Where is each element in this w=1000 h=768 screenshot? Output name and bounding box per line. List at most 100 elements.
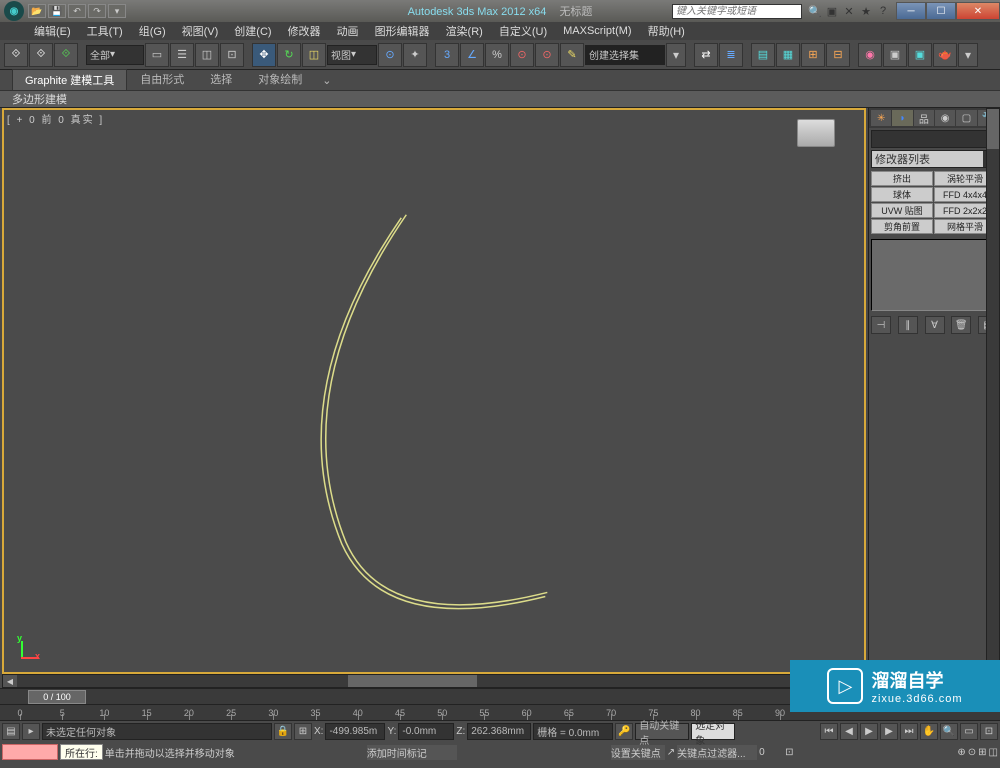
y-coord[interactable]: -0.0mm [398, 723, 454, 740]
ribbon-tab-graphite[interactable]: Graphite 建模工具 [12, 69, 127, 90]
curve-editor-icon[interactable]: ⊞ [801, 43, 825, 67]
time-slider-frame[interactable]: 0 / 100 [28, 690, 86, 704]
x-coord[interactable]: -499.985m [325, 723, 385, 740]
menu-modifiers[interactable]: 修改器 [280, 23, 329, 39]
select-region-icon[interactable]: ◫ [195, 43, 219, 67]
listener-icon[interactable]: ▸ [22, 723, 40, 740]
tab-create-icon[interactable]: ✳ [871, 110, 891, 126]
mirror-icon[interactable]: ⇄ [694, 43, 718, 67]
viewcube-icon[interactable] [797, 119, 835, 147]
lock-selection-icon[interactable]: 🔒 [274, 723, 292, 740]
qat-redo-icon[interactable]: ↷ [88, 4, 106, 18]
object-name-field[interactable] [871, 130, 998, 148]
qat-save-icon[interactable]: 💾 [48, 4, 66, 18]
goto-end-icon[interactable]: ⏭ [900, 723, 918, 740]
key-filters-button[interactable]: 关键点过滤器... [677, 745, 757, 760]
maxscript-mini-icon[interactable]: ▤ [2, 723, 20, 740]
modifier-stack[interactable] [871, 239, 998, 311]
show-end-icon[interactable]: ∥ [898, 316, 918, 334]
pivot-icon[interactable]: ⊙ [378, 43, 402, 67]
set-key-button[interactable]: 设置关键点 [611, 745, 665, 760]
current-frame-field[interactable]: 0 [759, 747, 783, 758]
menu-customize[interactable]: 自定义(U) [491, 23, 555, 39]
qat-open-icon[interactable]: 📂 [28, 4, 46, 18]
minimize-button[interactable]: ─ [896, 2, 926, 20]
make-unique-icon[interactable]: ∀ [925, 316, 945, 334]
key-mode-icon[interactable]: ↗ [667, 747, 675, 758]
mod-btn-extrude[interactable]: 挤出 [871, 171, 933, 186]
menu-create[interactable]: 创建(C) [226, 23, 279, 39]
viewport-front[interactable]: [ + 0 前 0 真实 ] yx [2, 108, 866, 674]
tab-modify-icon[interactable]: ◗ [892, 110, 912, 126]
menu-views[interactable]: 视图(V) [174, 23, 227, 39]
prev-frame-icon[interactable]: ◀ [840, 723, 858, 740]
modifier-list-dropdown[interactable]: 修改器列表 ▼ [871, 150, 998, 168]
nav-walk-icon[interactable]: ⊙ [968, 747, 976, 758]
align-icon[interactable]: ≣ [719, 43, 743, 67]
goto-start-icon[interactable]: ⏮ [820, 723, 838, 740]
angle-snap-icon[interactable]: ∠ [460, 43, 484, 67]
tab-hierarchy-icon[interactable]: 品 [914, 110, 934, 126]
pin-stack-icon[interactable]: ⊣ [871, 316, 891, 334]
absolute-mode-icon[interactable]: ⊞ [294, 723, 312, 740]
ribbon-tab-freeform[interactable]: 自由形式 [127, 68, 197, 90]
menu-edit[interactable]: 编辑(E) [26, 23, 79, 39]
scroll-thumb[interactable] [348, 675, 477, 687]
snap2-icon[interactable]: ⊙ [535, 43, 559, 67]
menu-help[interactable]: 帮助(H) [640, 23, 693, 39]
spinner-snap-icon[interactable]: ⊙ [510, 43, 534, 67]
menu-group[interactable]: 组(G) [131, 23, 174, 39]
nav-zoomext-icon[interactable]: ⊡ [980, 723, 998, 740]
editnamed-icon[interactable]: ✎ [560, 43, 584, 67]
mod-btn-sphere[interactable]: 球体 [871, 187, 933, 202]
ribbon-panel-label[interactable]: 多边形建模 [12, 91, 67, 107]
layer-mgr-icon[interactable]: ▦ [776, 43, 800, 67]
snap-toggle-icon[interactable]: 3 [435, 43, 459, 67]
qat-undo-icon[interactable]: ↶ [68, 4, 86, 18]
rotate-icon[interactable]: ↻ [277, 43, 301, 67]
z-coord[interactable]: 262.368mm [467, 723, 531, 740]
move-icon[interactable]: ✥ [252, 43, 276, 67]
select-name-icon[interactable]: ☰ [170, 43, 194, 67]
time-tag-icon[interactable]: 🔑 [615, 723, 633, 740]
ref-coord-system[interactable]: 视图 ▾ [327, 45, 377, 65]
material-editor-icon[interactable]: ◉ [858, 43, 882, 67]
menu-tools[interactable]: 工具(T) [79, 23, 131, 39]
mod-btn-uvw[interactable]: UVW 贴图 [871, 203, 933, 218]
ribbon-tab-selection[interactable]: 选择 [197, 68, 245, 90]
menu-maxscript[interactable]: MAXScript(M) [555, 25, 639, 37]
favorite-icon[interactable]: ★ [859, 4, 873, 18]
next-frame-icon[interactable]: ▶ [880, 723, 898, 740]
nav-zoom-icon[interactable]: 🔍 [940, 723, 958, 740]
menu-rendering[interactable]: 渲染(R) [438, 23, 491, 39]
named-selection-sets[interactable]: 创建选择集 [585, 45, 665, 65]
time-config-icon[interactable]: ⊡ [785, 747, 793, 758]
select-object-icon[interactable]: ▭ [145, 43, 169, 67]
render-icon[interactable]: 🫖 [933, 43, 957, 67]
ribbon-tab-paint[interactable]: 对象绘制 [245, 68, 315, 90]
vscroll-thumb[interactable] [987, 109, 999, 149]
play-icon[interactable]: ▶ [860, 723, 878, 740]
bind-icon[interactable]: ⟐ [54, 43, 78, 67]
auto-key-button[interactable]: 自动关键点 [635, 723, 689, 740]
help-icon[interactable]: ? [876, 4, 890, 18]
add-time-tag[interactable]: 添加时间标记 [367, 745, 457, 760]
render-dd-icon[interactable]: ▾ [958, 43, 978, 67]
search-icon[interactable]: 🔍 [808, 4, 822, 18]
tab-motion-icon[interactable]: ◉ [935, 110, 955, 126]
help-search-input[interactable] [672, 4, 802, 19]
link-icon[interactable]: ⟐ [4, 43, 28, 67]
app-icon[interactable]: ◉ [4, 1, 24, 21]
window-crossing-icon[interactable]: ⊡ [220, 43, 244, 67]
layers-icon[interactable]: ▤ [751, 43, 775, 67]
menu-grapheditors[interactable]: 图形编辑器 [367, 23, 438, 39]
maximize-button[interactable]: ☐ [926, 2, 956, 20]
named-sel-dd-icon[interactable]: ▾ [666, 43, 686, 67]
tab-display-icon[interactable]: ▢ [956, 110, 976, 126]
scale-icon[interactable]: ◫ [302, 43, 326, 67]
qat-dropdown-icon[interactable]: ▾ [108, 4, 126, 18]
nav-fov-icon[interactable]: ▭ [960, 723, 978, 740]
command-panel-vscrollbar[interactable] [986, 108, 1000, 688]
schematic-icon[interactable]: ⊟ [826, 43, 850, 67]
percent-snap-icon[interactable]: % [485, 43, 509, 67]
